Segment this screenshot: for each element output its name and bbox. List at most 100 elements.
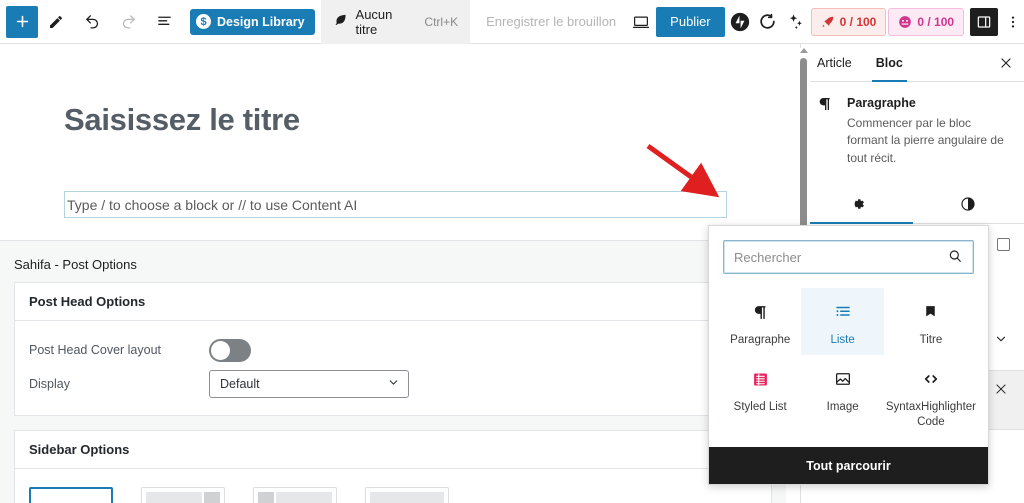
chevron-down-icon bbox=[387, 376, 400, 392]
tab-styles-contrast-icon[interactable] bbox=[913, 185, 1024, 223]
search-icon bbox=[947, 248, 963, 267]
tab-settings-gear-icon[interactable] bbox=[801, 185, 913, 225]
sidebar-dismiss-icon[interactable] bbox=[994, 382, 1008, 399]
styled-list-icon bbox=[752, 367, 769, 391]
inserter-block-paragraphe[interactable]: Paragraphe bbox=[719, 288, 801, 355]
toolbar-left-group: $ Design Library bbox=[0, 0, 315, 44]
toolbar-right-group: Enregistrer le brouillon Publier 0 / 100… bbox=[476, 0, 1024, 44]
tools-pencil-icon[interactable] bbox=[38, 4, 74, 40]
settings-sidebar-toggle[interactable] bbox=[970, 7, 999, 36]
inserter-block-grid: Paragraphe Liste Titre Styled List Image… bbox=[709, 280, 988, 447]
kebab-menu-icon[interactable] bbox=[1000, 9, 1024, 35]
columns-count-checkbox[interactable] bbox=[997, 238, 1010, 252]
sidebar-layout-right[interactable] bbox=[141, 487, 225, 503]
sidebar-chevron-down-icon[interactable] bbox=[994, 332, 1008, 349]
sidebar-options-body: Default bbox=[15, 469, 771, 503]
rank-score-value: 0 / 100 bbox=[917, 14, 955, 29]
selected-block-name: Paragraphe bbox=[847, 96, 916, 110]
display-select[interactable]: Default bbox=[209, 370, 409, 398]
wordpress-block-editor: $ Design Library Aucun titre Ctrl+K Enre… bbox=[0, 0, 1024, 503]
paragraph-icon bbox=[752, 300, 769, 324]
inserter-block-label: Titre bbox=[919, 334, 943, 346]
browse-all-button[interactable]: Tout parcourir bbox=[709, 447, 988, 484]
inserter-block-label: Liste bbox=[830, 334, 855, 346]
seo-rocket-icon bbox=[822, 16, 833, 27]
inserter-block-label: Image bbox=[826, 401, 859, 414]
sparkles-icon[interactable] bbox=[783, 9, 809, 35]
scroll-up-arrow-icon[interactable] bbox=[800, 48, 808, 53]
sidebar-layout-choices: Default bbox=[29, 481, 757, 503]
sidebar-tablist: Article Bloc bbox=[801, 44, 1024, 82]
paragraph-placeholder: Type / to choose a block or // to use Co… bbox=[67, 196, 358, 213]
display-select-value: Default bbox=[220, 377, 260, 391]
design-library-button[interactable]: $ Design Library bbox=[190, 8, 315, 35]
layout-side-area bbox=[258, 492, 274, 503]
redo-icon[interactable] bbox=[110, 4, 146, 40]
preview-desktop-icon[interactable] bbox=[628, 9, 654, 35]
layout-main-area bbox=[276, 492, 332, 503]
sidebar-layout-default[interactable]: Default bbox=[29, 487, 113, 503]
document-title-button[interactable]: Aucun titre Ctrl+K bbox=[320, 5, 471, 38]
tab-bloc[interactable]: Bloc bbox=[864, 44, 915, 82]
inserter-search-wrap bbox=[709, 226, 988, 280]
post-head-options-panel: Post Head Options Post Head Cover layout… bbox=[14, 282, 772, 416]
document-title: Aucun titre bbox=[355, 6, 393, 37]
inserter-block-label: Paragraphe bbox=[730, 334, 791, 346]
sidebar-close-icon[interactable] bbox=[996, 53, 1016, 73]
save-draft-button[interactable]: Enregistrer le brouillon bbox=[476, 14, 626, 29]
post-title-input[interactable]: Saisissez le titre bbox=[64, 102, 300, 138]
inserter-search-input[interactable] bbox=[734, 249, 947, 265]
inserter-block-titre[interactable]: Titre bbox=[884, 288, 978, 355]
editor-toolbar: $ Design Library Aucun titre Ctrl+K Enre… bbox=[0, 0, 1024, 44]
document-shortcut: Ctrl+K bbox=[424, 14, 459, 29]
image-icon bbox=[834, 367, 852, 391]
undo-icon[interactable] bbox=[74, 4, 110, 40]
inserter-block-label: SyntaxHighlighter Code bbox=[885, 401, 976, 428]
selected-block-text: Paragraphe Commencer par le bloc formant… bbox=[847, 96, 1010, 167]
paragraph-block[interactable]: Type / to choose a block or // to use Co… bbox=[64, 191, 727, 218]
heading-bookmark-icon bbox=[922, 300, 939, 324]
metabox-area: Sahifa - Post Options Post Head Options … bbox=[0, 240, 786, 503]
selected-block-info: Paragraphe Commencer par le bloc formant… bbox=[801, 82, 1024, 173]
metabox-title: Sahifa - Post Options bbox=[0, 241, 786, 282]
design-library-badge-icon: $ bbox=[196, 14, 211, 29]
seo-score-badge[interactable]: 0 / 100 bbox=[810, 7, 887, 36]
paragraph-icon bbox=[815, 96, 835, 167]
field-display: Display Default bbox=[29, 367, 757, 401]
design-library-label: Design Library bbox=[217, 14, 305, 29]
inserter-block-liste[interactable]: Liste bbox=[801, 288, 884, 356]
layout-main-area bbox=[146, 492, 202, 503]
layout-main-area bbox=[370, 492, 444, 503]
list-view-icon[interactable] bbox=[146, 4, 182, 40]
field-label: Display bbox=[29, 377, 70, 391]
code-icon bbox=[922, 367, 940, 391]
field-post-head-cover-layout: Post Head Cover layout bbox=[29, 333, 757, 367]
field-label: Post Head Cover layout bbox=[29, 343, 162, 357]
post-head-options-heading: Post Head Options bbox=[15, 283, 771, 321]
block-inserter-popover: Paragraphe Liste Titre Styled List bbox=[708, 225, 989, 485]
toggle-knob bbox=[211, 340, 230, 360]
inserter-search-box[interactable] bbox=[723, 240, 974, 274]
sidebar-layout-left[interactable] bbox=[253, 487, 337, 503]
rankmath-score-icon bbox=[899, 15, 912, 28]
publish-button[interactable]: Publier bbox=[656, 6, 725, 37]
sidebar-icon-tablist bbox=[801, 185, 1024, 225]
add-block-button[interactable] bbox=[6, 5, 38, 38]
jetpack-icon[interactable] bbox=[727, 9, 753, 35]
inserter-block-image[interactable]: Image bbox=[801, 355, 883, 437]
inserter-block-syntaxhighlighter-code[interactable]: SyntaxHighlighter Code bbox=[884, 355, 978, 437]
post-head-cover-layout-toggle[interactable] bbox=[209, 338, 251, 362]
rank-score-badge[interactable]: 0 / 100 bbox=[888, 7, 965, 36]
rankmath-icon[interactable] bbox=[755, 9, 781, 35]
sidebar-layout-full[interactable] bbox=[365, 487, 449, 503]
inserter-block-styled-list[interactable]: Styled List bbox=[719, 355, 801, 437]
selected-block-description: Commencer par le bloc formant la pierre … bbox=[847, 116, 1004, 165]
document-bar: Aucun titre Ctrl+K bbox=[320, 0, 471, 44]
editor-canvas: Saisissez le titre Type / to choose a bl… bbox=[0, 44, 786, 503]
tab-article[interactable]: Article bbox=[805, 44, 864, 82]
sidebar-options-heading: Sidebar Options bbox=[15, 431, 771, 469]
inserter-block-label: Styled List bbox=[733, 401, 787, 414]
sidebar-layout-default-label: Default bbox=[31, 489, 111, 503]
layout-side-area bbox=[204, 492, 220, 503]
post-head-options-body: Post Head Cover layout Display Default bbox=[15, 321, 771, 415]
